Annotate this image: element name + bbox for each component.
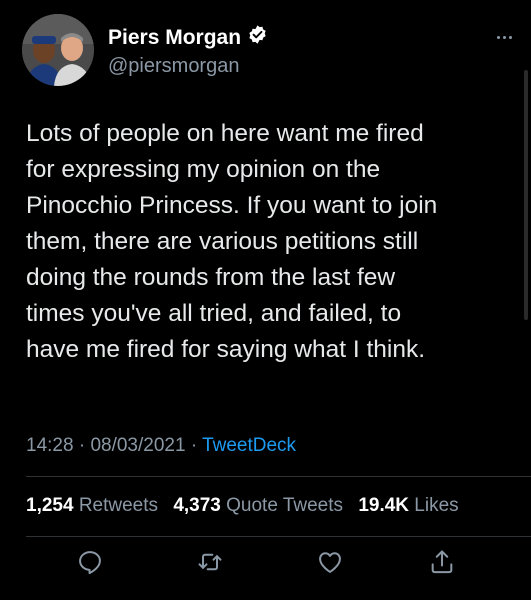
meta-separator: · [190, 435, 198, 456]
tweet-meta: 14:28 · 08/03/2021 · TweetDeck [26, 434, 296, 458]
user-identity: Piers Morgan @piersmorgan [108, 24, 268, 78]
divider [26, 536, 531, 537]
likes-stat[interactable]: 19.4K Likes [358, 495, 458, 516]
scrollbar-thumb[interactable] [524, 70, 528, 320]
avatar[interactable] [22, 14, 94, 86]
likes-count: 19.4K [358, 495, 410, 516]
quote-tweets-stat[interactable]: 4,373 Quote Tweets [173, 495, 343, 516]
retweets-label: Retweets [78, 495, 159, 516]
tweet-text: Lots of people on here want me fired for… [26, 120, 438, 363]
retweets-stat[interactable]: 1,254 Retweets [26, 495, 158, 516]
reply-icon[interactable] [76, 548, 104, 576]
avatar-image [22, 14, 94, 86]
meta-separator: · [78, 435, 86, 456]
tweet-actions [0, 548, 531, 584]
tweet-date[interactable]: 08/03/2021 [90, 435, 185, 456]
tweet-header: Piers Morgan @piersmorgan [22, 14, 512, 86]
tweet-stats: 1,254 Retweets 4,373 Quote Tweets 19.4K … [26, 494, 459, 518]
more-options-icon[interactable] [488, 32, 512, 42]
retweets-count: 1,254 [26, 495, 74, 516]
quote-tweets-label: Quote Tweets [226, 495, 344, 516]
display-name-row: Piers Morgan [108, 24, 268, 52]
user-handle[interactable]: @piersmorgan [108, 54, 268, 78]
verified-badge-icon [247, 24, 268, 52]
likes-label: Likes [414, 495, 459, 516]
divider [26, 476, 531, 477]
heart-icon[interactable] [316, 548, 344, 576]
share-icon[interactable] [428, 548, 456, 576]
display-name[interactable]: Piers Morgan [108, 25, 241, 51]
tweet-source-link[interactable]: TweetDeck [202, 435, 296, 456]
retweet-icon[interactable] [196, 548, 224, 576]
tweet-time[interactable]: 14:28 [26, 435, 74, 456]
quote-tweets-count: 4,373 [173, 495, 221, 516]
